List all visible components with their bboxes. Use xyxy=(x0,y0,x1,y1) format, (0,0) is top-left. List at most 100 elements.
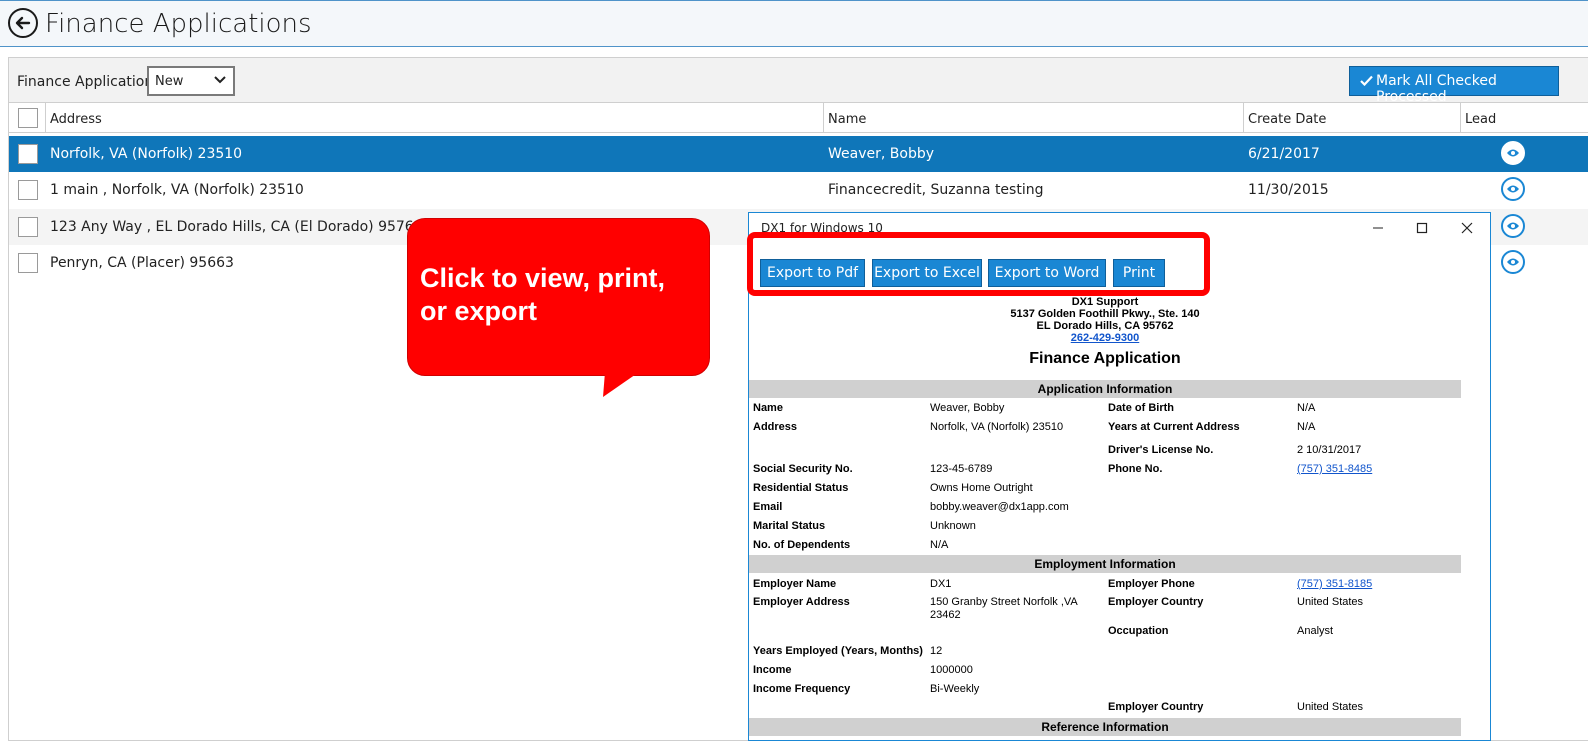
label-years-address: Years at Current Address xyxy=(1108,421,1240,433)
minimize-icon xyxy=(1373,227,1383,229)
label-employer-phone: Employer Phone xyxy=(1108,578,1195,590)
label-occupation: Occupation xyxy=(1108,625,1169,637)
value-occupation: Analyst xyxy=(1297,625,1334,637)
row-checkbox[interactable] xyxy=(18,217,38,237)
callout-text: Click to view, print, or export xyxy=(420,262,700,328)
value-ssn: 123-45-6789 xyxy=(930,463,993,475)
row-address: 1 main , Norfolk, VA (Norfolk) 23510 xyxy=(50,182,304,198)
section-reference-info: Reference Information xyxy=(749,718,1461,736)
row-address: Penryn, CA (Placer) 95663 xyxy=(50,255,234,271)
value-employer-phone-link[interactable]: (757) 351-8185 xyxy=(1297,578,1372,590)
callout-line-1: Click to view, print, xyxy=(420,263,666,293)
column-header-address[interactable]: Address xyxy=(45,103,823,133)
column-header-lead[interactable]: Lead xyxy=(1460,103,1588,133)
value-drivers-license: 2 10/31/2017 xyxy=(1297,444,1362,456)
title-bar: Finance Applications xyxy=(0,0,1588,47)
label-employer-address: Employer Address xyxy=(753,596,850,608)
label-ssn: Social Security No. xyxy=(753,463,853,475)
table-row[interactable]: 1 main , Norfolk, VA (Norfolk) 23510 Fin… xyxy=(9,172,1588,208)
section-application-info: Application Information xyxy=(749,380,1461,398)
eye-icon xyxy=(1507,149,1519,157)
value-employer-address-line2: 23462 xyxy=(930,609,961,621)
chevron-down-icon xyxy=(214,76,226,84)
value-name: Weaver, Bobby xyxy=(930,402,1005,414)
value-email: bobby.weaver@dx1app.com xyxy=(930,501,1069,513)
report-company: DX1 Support xyxy=(1071,296,1139,308)
value-dependents: N/A xyxy=(930,539,949,551)
row-create-date: 6/21/2017 xyxy=(1248,146,1320,162)
mark-all-processed-button[interactable]: Mark All Checked Processed xyxy=(1349,66,1559,105)
export-buttons-highlight xyxy=(747,232,1210,296)
toolbar: Finance Applications New Mark All Checke… xyxy=(9,58,1588,105)
status-filter-value: New xyxy=(155,74,184,89)
table-header: Address Name Create Date Lead xyxy=(9,102,1588,133)
table-row[interactable]: Norfolk, VA (Norfolk) 23510 Weaver, Bobb… xyxy=(9,136,1588,172)
maximize-icon xyxy=(1416,222,1428,234)
view-lead-button[interactable] xyxy=(1501,250,1525,274)
column-header-name[interactable]: Name xyxy=(823,103,1243,133)
eye-icon xyxy=(1507,222,1519,230)
value-income: 1000000 xyxy=(930,664,973,676)
filter-label: Finance Applications xyxy=(17,74,161,90)
row-checkbox[interactable] xyxy=(18,180,38,200)
view-lead-button[interactable] xyxy=(1501,214,1525,238)
label-employer-country-2: Employer Country xyxy=(1108,701,1204,713)
label-income: Income xyxy=(753,664,792,676)
label-residential-status: Residential Status xyxy=(753,482,849,494)
label-marital-status: Marital Status xyxy=(753,520,826,532)
value-employer-country-2: United States xyxy=(1297,701,1364,713)
check-icon xyxy=(1360,75,1373,86)
status-filter-dropdown[interactable]: New xyxy=(147,66,235,96)
label-email: Email xyxy=(753,501,783,513)
eye-icon xyxy=(1507,258,1519,266)
value-residential-status: Owns Home Outright xyxy=(930,482,1033,494)
minimize-button[interactable] xyxy=(1368,219,1388,237)
value-employer-address-line1: 150 Granby Street Norfolk ,VA xyxy=(930,596,1078,608)
back-button[interactable] xyxy=(8,8,38,38)
back-arrow-icon xyxy=(15,16,31,30)
callout-line-2: or export xyxy=(420,296,538,326)
report-heading: Finance Application xyxy=(1029,350,1181,367)
value-phone-link[interactable]: (757) 351-8485 xyxy=(1297,463,1372,475)
view-lead-button[interactable] xyxy=(1501,177,1525,201)
select-all-checkbox[interactable] xyxy=(18,108,38,128)
callout-tail xyxy=(603,372,639,397)
value-address: Norfolk, VA (Norfolk) 23510 xyxy=(930,421,1064,433)
label-years-employed: Years Employed (Years, Months) xyxy=(753,645,923,657)
value-income-frequency: Bi-Weekly xyxy=(930,683,980,695)
label-dependents: No. of Dependents xyxy=(753,539,851,551)
view-lead-button[interactable] xyxy=(1501,141,1525,165)
value-years-address: N/A xyxy=(1297,421,1316,433)
value-employer-name: DX1 xyxy=(930,578,952,590)
mark-all-processed-label: Mark All Checked Processed xyxy=(1376,73,1497,105)
row-name: Weaver, Bobby xyxy=(828,146,934,162)
label-employer-country: Employer Country xyxy=(1108,596,1204,608)
row-checkbox[interactable] xyxy=(18,253,38,273)
close-icon xyxy=(1461,222,1473,234)
row-address: 123 Any Way , EL Dorado Hills, CA (El Do… xyxy=(50,219,423,235)
row-name: Financecredit, Suzanna testing xyxy=(828,182,1044,198)
label-income-frequency: Income Frequency xyxy=(753,683,851,695)
page-title: Finance Applications xyxy=(45,9,312,39)
maximize-button[interactable] xyxy=(1412,219,1432,237)
label-employer-name: Employer Name xyxy=(753,578,837,590)
label-phone: Phone No. xyxy=(1108,463,1163,475)
label-address: Address xyxy=(753,421,798,433)
column-header-create-date[interactable]: Create Date xyxy=(1243,103,1460,133)
close-button[interactable] xyxy=(1457,219,1477,237)
row-address: Norfolk, VA (Norfolk) 23510 xyxy=(50,146,243,162)
report-city: EL Dorado Hills, CA 95762 xyxy=(1036,320,1174,332)
row-checkbox[interactable] xyxy=(18,144,38,164)
label-drivers-license: Driver's License No. xyxy=(1108,444,1214,456)
eye-icon xyxy=(1507,185,1519,193)
report-street: 5137 Golden Foothill Pkwy., Ste. 140 xyxy=(1010,308,1200,320)
row-create-date: 11/30/2015 xyxy=(1248,182,1329,198)
label-dob: Date of Birth xyxy=(1108,402,1174,414)
value-years-employed: 12 xyxy=(930,645,943,657)
section-employment-info: Employment Information xyxy=(749,555,1461,573)
report-phone-link[interactable]: 262-429-9300 xyxy=(749,332,1461,344)
value-employer-country: United States xyxy=(1297,596,1364,608)
value-marital-status: Unknown xyxy=(930,520,976,532)
label-name: Name xyxy=(753,402,783,414)
value-dob: N/A xyxy=(1297,402,1316,414)
